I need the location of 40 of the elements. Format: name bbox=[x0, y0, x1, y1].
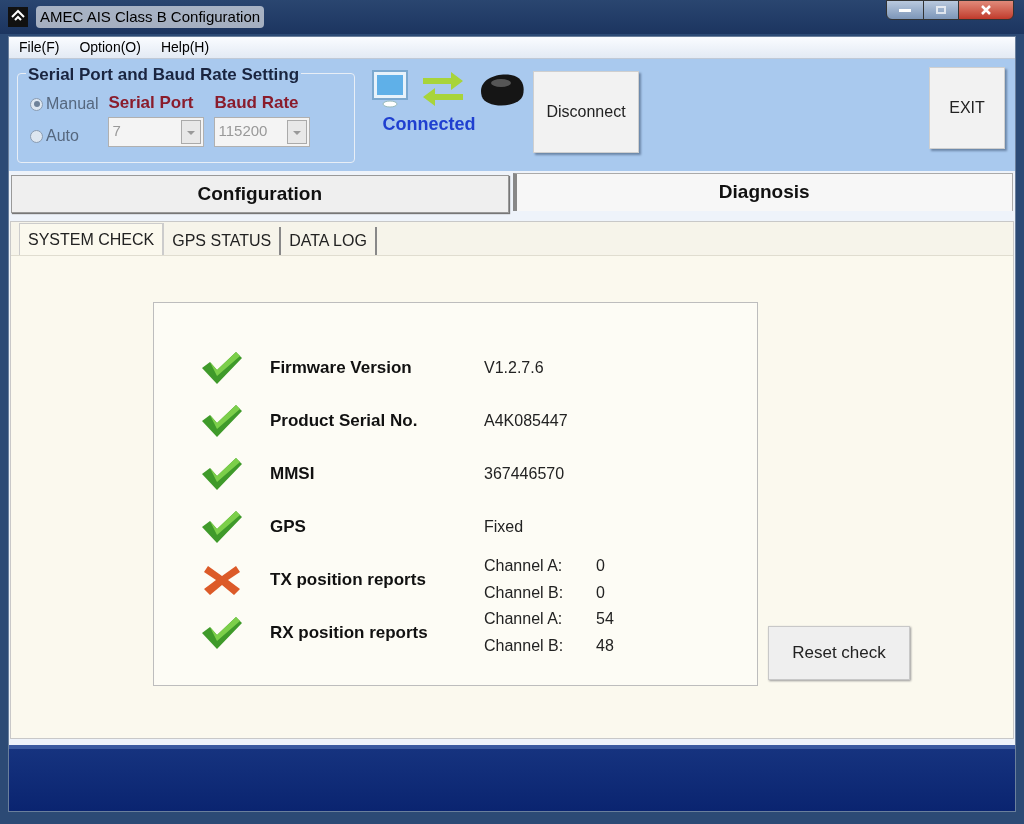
check-label: RX position reports bbox=[270, 621, 429, 644]
exit-button[interactable]: EXIT bbox=[929, 67, 1005, 149]
close-button[interactable] bbox=[958, 0, 1014, 20]
menu-item[interactable]: Help(H) bbox=[160, 37, 210, 58]
radio-label: Manual bbox=[46, 94, 99, 114]
channel-label: Channel A: bbox=[484, 609, 564, 629]
check-value: V1.2.7.6 bbox=[484, 357, 544, 378]
tab[interactable]: Configuration bbox=[11, 175, 509, 213]
channel-label: Channel B: bbox=[484, 583, 565, 603]
connection-status: Connected bbox=[382, 113, 476, 136]
window-title: AMEC AIS Class B Configuration bbox=[36, 5, 265, 29]
check-label: GPS bbox=[270, 515, 307, 538]
app-logo-icon bbox=[8, 7, 28, 27]
check-label: Product Serial No. bbox=[270, 409, 419, 432]
computer-icon bbox=[371, 69, 409, 109]
channel-value: 54 bbox=[596, 609, 614, 629]
check-label: Firmware Version bbox=[270, 356, 413, 379]
field-label: Baud Rate bbox=[214, 92, 300, 114]
check-value: Fixed bbox=[484, 516, 524, 537]
disconnect-button[interactable]: Disconnect bbox=[533, 71, 639, 153]
menu-item[interactable]: Option(O) bbox=[79, 37, 141, 58]
check-value: 367446570 bbox=[484, 463, 565, 484]
field-label: Serial Port bbox=[108, 92, 195, 114]
channel-value: 0 bbox=[596, 556, 605, 576]
channel-value: 48 bbox=[596, 636, 614, 656]
close-icon bbox=[980, 4, 992, 16]
maximize-button[interactable] bbox=[924, 0, 958, 20]
minimize-button[interactable] bbox=[886, 0, 924, 20]
channel-label: Channel B: bbox=[484, 636, 565, 656]
check-label: MMSI bbox=[270, 462, 316, 485]
tab[interactable]: Diagnosis bbox=[512, 173, 1013, 211]
tab[interactable]: SYSTEM CHECK bbox=[19, 223, 165, 255]
check-value: A4K085447 bbox=[484, 410, 568, 431]
transfer-arrows-icon bbox=[421, 70, 465, 108]
channel-value: 0 bbox=[596, 583, 605, 603]
reset-check-button[interactable]: Reset check bbox=[768, 626, 910, 680]
check-label: TX position reports bbox=[270, 568, 427, 591]
radio-label: Auto bbox=[46, 126, 79, 146]
channel-label: Channel A: bbox=[484, 556, 564, 576]
menu-item[interactable]: File(F) bbox=[19, 37, 60, 58]
